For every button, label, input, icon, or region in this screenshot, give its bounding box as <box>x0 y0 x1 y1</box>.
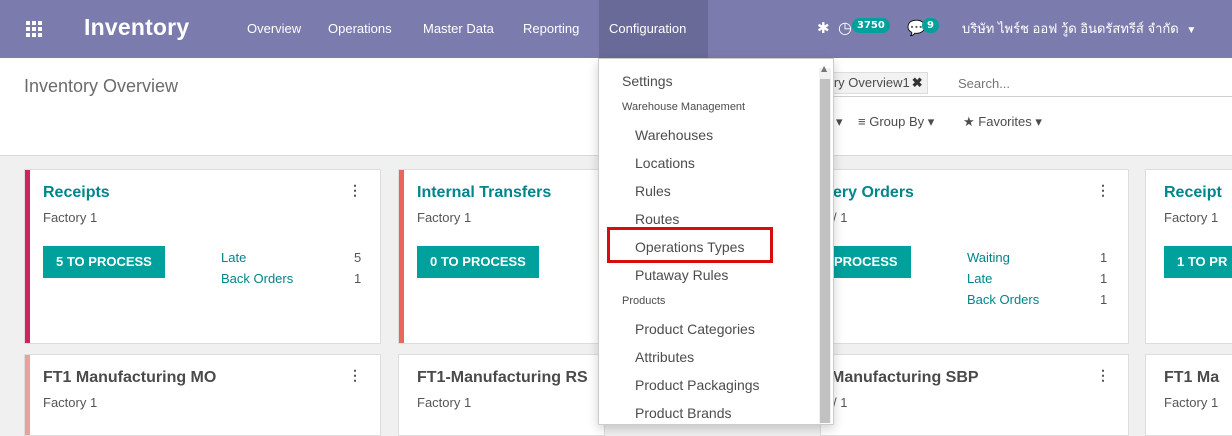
kanban-card-delivery-orders[interactable]: ery Orders ⋮ / 1 PROCESS Waiting 1 Late … <box>820 169 1129 344</box>
search-box[interactable]: tory Overview1 ✖ <box>818 70 1232 97</box>
menu-master-data[interactable]: Master Data <box>413 0 504 58</box>
card-title[interactable]: FT1-Manufacturing RS <box>417 369 588 387</box>
card-menu-icon[interactable]: ⋮ <box>1096 367 1110 384</box>
card-color-bar <box>25 355 30 435</box>
to-process-button[interactable]: 0 TO PROCESS <box>417 246 539 278</box>
card-subtitle: Factory 1 <box>417 210 472 225</box>
menu-overview[interactable]: Overview <box>237 0 311 58</box>
stat-late-count: 5 <box>354 250 362 265</box>
stat-back-orders-link[interactable]: Back Orders <box>221 271 293 286</box>
menu-item-putaway-rules[interactable]: Putaway Rules <box>635 267 728 283</box>
stat-back-orders-count: 1 <box>354 271 362 286</box>
activity-count-badge: 3750 <box>852 18 890 33</box>
scroll-up-arrow-icon[interactable]: ▲ <box>821 64 827 73</box>
card-menu-icon[interactable]: ⋮ <box>1096 182 1110 199</box>
card-title[interactable]: Receipt <box>1164 184 1222 202</box>
card-subtitle: / 1 <box>833 395 848 410</box>
kanban-card-ft1-ma[interactable]: FT1 Ma Factory 1 <box>1145 354 1232 436</box>
bug-icon[interactable]: ✱ <box>817 0 830 58</box>
card-subtitle: Factory 1 <box>1164 210 1219 225</box>
menu-item-routes[interactable]: Routes <box>635 211 679 227</box>
card-title[interactable]: Manufacturing SBP <box>831 369 979 387</box>
search-facet[interactable]: tory Overview1 ✖ <box>818 72 928 94</box>
menu-item-rules[interactable]: Rules <box>635 183 671 199</box>
card-menu-icon[interactable]: ⋮ <box>348 182 362 199</box>
star-icon: ★ <box>963 114 975 129</box>
app-title[interactable]: Inventory <box>84 14 189 41</box>
to-process-button[interactable]: PROCESS <box>821 246 911 278</box>
card-title[interactable]: ery Orders <box>833 184 914 202</box>
to-process-button[interactable]: 1 TO PR <box>1164 246 1232 278</box>
company-switcher[interactable]: บริษัท ไพร์ช ออฟ วู้ด อินดรัสทรีส์ จำกัด… <box>962 0 1196 58</box>
card-subtitle: Factory 1 <box>43 395 98 410</box>
card-title[interactable]: Receipts <box>43 184 110 202</box>
menu-item-settings[interactable]: Settings <box>622 73 673 89</box>
card-title[interactable]: FT1 Ma <box>1164 369 1219 387</box>
card-title[interactable]: FT1 Manufacturing MO <box>43 369 216 387</box>
to-process-button[interactable]: 5 TO PROCESS <box>43 246 165 278</box>
menu-item-product-categories[interactable]: Product Categories <box>635 321 755 337</box>
caret-down-icon: ▼ <box>1186 25 1197 36</box>
stat-late-link[interactable]: Late <box>221 250 246 265</box>
card-color-bar <box>25 170 30 343</box>
card-subtitle: Factory 1 <box>417 395 472 410</box>
kanban-card-receipts[interactable]: Receipts ⋮ Factory 1 5 TO PROCESS Late 5… <box>24 169 381 344</box>
menu-configuration[interactable]: Configuration <box>599 0 708 58</box>
group-by-label: Group By <box>869 114 925 129</box>
menu-item-product-packagings[interactable]: Product Packagings <box>635 377 760 393</box>
caret-down-icon: ▾ <box>1035 114 1042 129</box>
card-subtitle: Factory 1 <box>43 210 98 225</box>
favorites-button[interactable]: ★ Favorites ▾ <box>963 114 1042 130</box>
card-subtitle: / 1 <box>833 210 848 225</box>
apps-grid-icon[interactable] <box>26 21 42 37</box>
card-subtitle: Factory 1 <box>1164 395 1219 410</box>
kanban-card-manufacturing-sbp[interactable]: Manufacturing SBP ⋮ / 1 <box>820 354 1129 436</box>
company-name: บริษัท ไพร์ช ออฟ วู้ด อินดรัสทรีส์ จำกัด <box>962 21 1179 36</box>
breadcrumb: Inventory Overview <box>24 76 179 96</box>
group-by-button[interactable]: ≡ Group By ▾ <box>858 114 934 130</box>
menu-item-locations[interactable]: Locations <box>635 155 695 171</box>
stat-waiting-link[interactable]: Waiting <box>967 250 1010 265</box>
stat-late-link[interactable]: Late <box>967 271 992 286</box>
stat-back-orders-count: 1 <box>1100 292 1108 307</box>
search-input[interactable] <box>956 72 1230 94</box>
menu-operations[interactable]: Operations <box>318 0 402 58</box>
annotation-highlight-box <box>607 227 773 263</box>
card-title[interactable]: Internal Transfers <box>417 184 551 202</box>
menu-reporting[interactable]: Reporting <box>513 0 589 58</box>
stat-waiting-count: 1 <box>1100 250 1108 265</box>
messages-count-badge: 9 <box>922 18 939 33</box>
facet-label: tory Overview1 <box>823 75 910 90</box>
card-color-bar <box>399 170 404 343</box>
menu-header-products: Products <box>622 295 666 307</box>
kanban-card-receipts-2[interactable]: Receipt Factory 1 1 TO PR <box>1145 169 1232 344</box>
caret-down-icon: ▾ <box>927 114 935 129</box>
favorites-label: Favorites <box>978 114 1032 129</box>
dropdown-scrollbar-thumb[interactable] <box>820 79 830 423</box>
stat-late-count: 1 <box>1100 271 1108 286</box>
remove-facet-icon[interactable]: ✖ <box>912 75 923 90</box>
kanban-card-ft1-manufacturing-mo[interactable]: FT1 Manufacturing MO ⋮ Factory 1 <box>24 354 381 436</box>
top-navbar: Inventory Overview Operations Master Dat… <box>0 0 1232 58</box>
menu-item-product-brands[interactable]: Product Brands <box>635 405 732 421</box>
stat-back-orders-link[interactable]: Back Orders <box>967 292 1039 307</box>
kanban-card-internal-transfers[interactable]: Internal Transfers Factory 1 0 TO PROCES… <box>398 169 605 344</box>
filters-caret-icon[interactable]: ▾ <box>836 114 843 130</box>
activity-clock-icon[interactable]: ◷ <box>838 0 852 58</box>
card-menu-icon[interactable]: ⋮ <box>348 367 362 384</box>
kanban-card-ft1-manufacturing-rs[interactable]: FT1-Manufacturing RS Factory 1 <box>398 354 605 436</box>
menu-header-warehouse-management: Warehouse Management <box>622 101 746 113</box>
menu-item-attributes[interactable]: Attributes <box>635 349 694 365</box>
group-by-icon: ≡ <box>858 114 866 129</box>
menu-item-warehouses[interactable]: Warehouses <box>635 127 713 143</box>
